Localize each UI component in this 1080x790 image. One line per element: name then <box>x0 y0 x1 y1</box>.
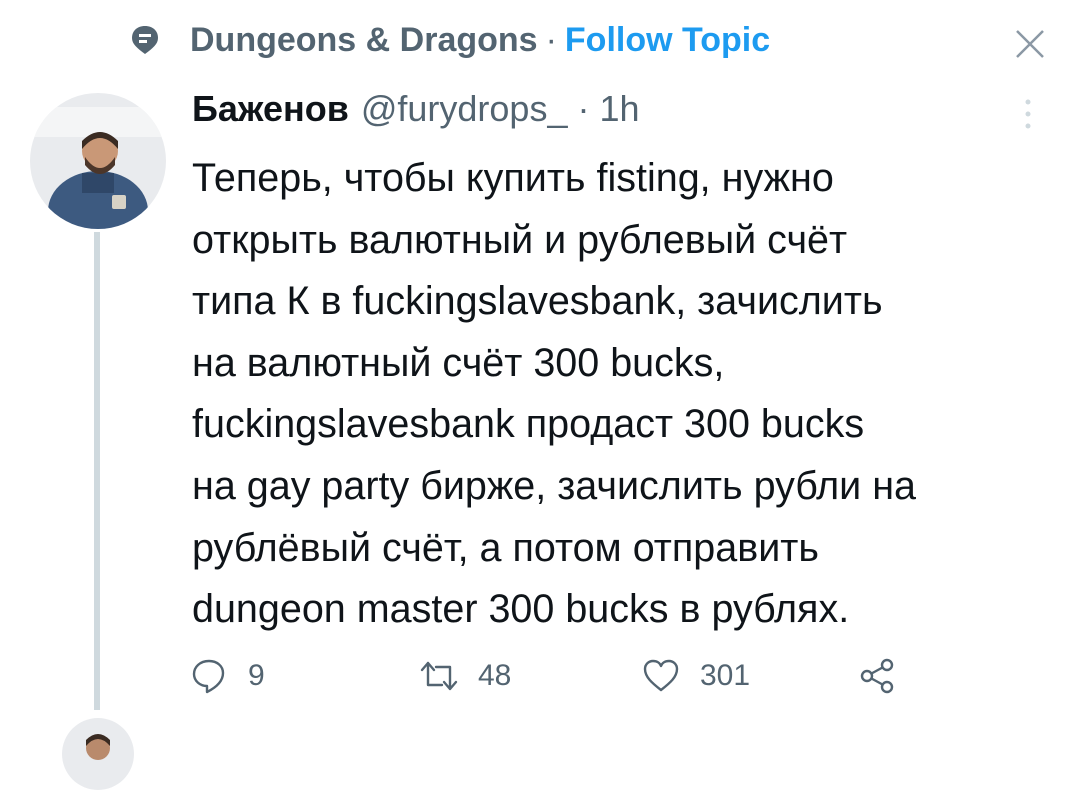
tweet-text-line: открыть валютный и рублевый счёт <box>192 217 848 262</box>
author-handle[interactable]: @furydrops_ <box>361 88 568 130</box>
author-name[interactable]: Баженов <box>192 88 349 130</box>
topic-separator: · <box>545 20 557 59</box>
tweet-text-line: fuckingslavesbank продаст 300 bucks <box>192 402 865 447</box>
topic-header: Dungeons & Dragons · Follow Topic <box>128 18 770 62</box>
tweet-text-line: типа К в fuckingslavesbank, зачислить <box>192 279 883 324</box>
header-separator: · <box>577 88 590 129</box>
retweet-button[interactable]: 48 <box>420 654 511 698</box>
tweet-text-line: dungeon master 300 bucks в рублях. <box>192 587 850 632</box>
tweet-text-line: рублёвый счёт, а потом отправить <box>192 525 819 570</box>
tweet-text-line: Теперь, чтобы купить fisting, нужно <box>192 156 834 200</box>
more-icon[interactable] <box>1020 96 1036 132</box>
reply-button[interactable]: 9 <box>190 654 265 698</box>
tweet-text: Теперь, чтобы купить fisting, нужно откр… <box>192 148 1052 641</box>
like-button[interactable]: 301 <box>642 654 750 698</box>
close-icon[interactable] <box>1012 26 1048 62</box>
reply-icon <box>192 659 225 694</box>
reply-count: 9 <box>248 659 265 692</box>
retweet-icon <box>420 661 458 691</box>
share-icon <box>860 658 894 694</box>
follow-topic-button[interactable]: Follow Topic <box>565 21 770 60</box>
like-count: 301 <box>700 659 751 692</box>
tweet-text-line: на валютный счёт 300 bucks, <box>192 340 725 385</box>
thread-line <box>94 232 100 710</box>
avatar[interactable] <box>30 93 166 229</box>
avatar[interactable] <box>62 718 134 790</box>
topic-icon <box>132 26 158 54</box>
share-button[interactable] <box>858 654 896 698</box>
like-icon <box>643 659 679 692</box>
tweet-header: Баженов @furydrops_ · 1h <box>192 88 640 140</box>
retweet-count: 48 <box>478 659 512 692</box>
tweet-timestamp[interactable]: 1h <box>599 88 639 130</box>
topic-name[interactable]: Dungeons & Dragons <box>190 21 538 60</box>
tweet-actions: 9 48 301 <box>190 654 950 698</box>
tweet-text-line: на gay party бирже, зачислить рубли на <box>192 463 916 508</box>
